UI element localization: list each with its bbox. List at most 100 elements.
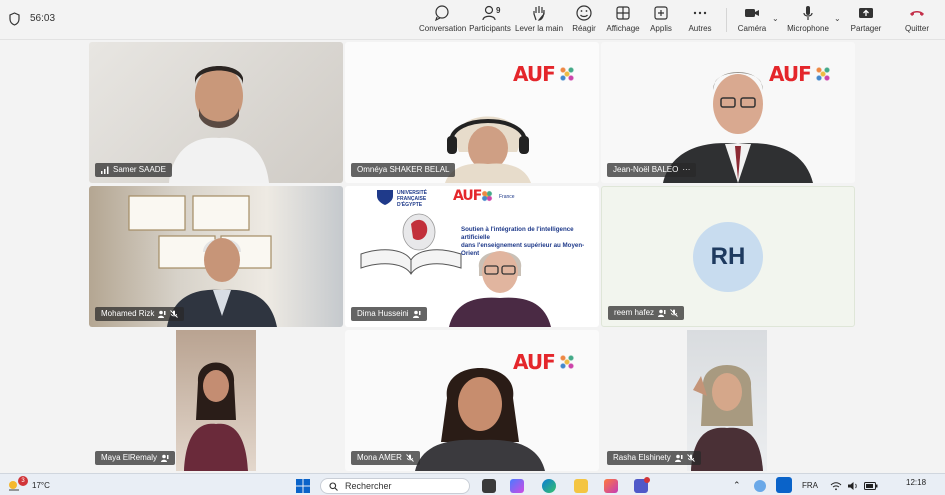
battery-icon[interactable]: [864, 481, 878, 491]
participant-name: reem hafez: [614, 308, 655, 317]
tray-chevron-up-icon[interactable]: ⌃: [733, 480, 741, 491]
auf-logo-text: AUF: [513, 62, 556, 86]
grid-icon: [616, 6, 630, 20]
camera-button[interactable]: Caméra: [735, 4, 769, 36]
leave-button[interactable]: Quitter: [900, 4, 934, 36]
participant-name-chip: Omnéya SHAKER BELAL: [351, 163, 456, 177]
participant-video-image: [169, 66, 269, 183]
more-label: Autres: [688, 24, 712, 33]
participant-name: Mohamed Rizk: [101, 309, 155, 318]
microphone-muted-icon: [170, 310, 179, 318]
video-tile-maya[interactable]: Maya ElRemaly: [89, 330, 343, 471]
participant-name-chip: Maya ElRemaly: [95, 451, 176, 465]
auf-logo-icon: [557, 64, 577, 84]
microphone-muted-icon: [670, 309, 678, 317]
toolbar-divider: [726, 8, 727, 32]
more-button[interactable]: Autres: [684, 4, 716, 36]
participant-name: Maya ElRemaly: [101, 453, 158, 462]
participant-name: Dima Husseini: [357, 309, 409, 318]
microphone-chevron-down-icon[interactable]: ⌄: [834, 14, 841, 23]
edge-browser-icon[interactable]: [542, 479, 556, 493]
slide-auf-logo: AUF: [453, 188, 482, 204]
tray-cloud-icon[interactable]: [754, 480, 766, 492]
video-tile-samer[interactable]: Samer SAADE: [89, 42, 343, 183]
slide-country-label: France: [499, 194, 515, 200]
slide-auf-logo-icon: [481, 190, 493, 202]
video-tile-jean-noel[interactable]: AUF Jean-Noël BALEO ···: [601, 42, 855, 183]
participants-count: 9: [496, 6, 501, 15]
participant-name-chip: Mona AMER: [351, 451, 420, 465]
copilot-icon[interactable]: [510, 479, 524, 493]
volume-icon[interactable]: [847, 481, 859, 491]
conversation-button[interactable]: Conversation: [419, 4, 467, 36]
react-label: Réagir: [572, 24, 596, 33]
presenter-icon: [412, 310, 421, 318]
participant-name-chip: Jean-Noël BALEO ···: [607, 163, 697, 177]
video-tile-mona[interactable]: AUF Mona AMER: [345, 330, 599, 471]
participant-name: Samer SAADE: [113, 165, 166, 174]
file-explorer-icon[interactable]: [574, 479, 588, 493]
keyboard-language[interactable]: FRA: [802, 481, 818, 490]
participant-name-chip: Mohamed Rizk: [95, 307, 185, 321]
video-grid: Samer SAADE AUF Omnéya SHAKER BELAL AUF: [0, 40, 945, 473]
share-screen-icon: [859, 8, 873, 18]
participant-video-frame: [176, 330, 256, 471]
presenter-icon: [161, 454, 169, 462]
search-placeholder: Rechercher: [345, 481, 392, 491]
meeting-toolbar: 56:03 Conversation Participants 9 Lever …: [0, 0, 945, 40]
task-view-icon[interactable]: [482, 479, 496, 493]
tray-bluetooth-icon[interactable]: [776, 477, 792, 493]
participant-name-chip: Samer SAADE: [95, 163, 172, 177]
weather-notification-badge: 3: [18, 476, 28, 486]
share-button[interactable]: Partager: [849, 4, 883, 36]
presenter-icon: [658, 309, 666, 317]
more-options-icon[interactable]: ···: [682, 163, 690, 177]
presenter-icon: [158, 310, 166, 318]
wifi-icon[interactable]: [830, 481, 842, 491]
participants-button[interactable]: Participants: [469, 4, 511, 36]
microphone-muted-icon: [686, 454, 695, 462]
plus-icon: [654, 6, 668, 20]
video-tile-dima-presentation[interactable]: UNIVERSITÉ FRANÇAISE D'ÉGYPTE AUF France…: [345, 186, 599, 327]
search-icon: [329, 482, 338, 491]
raise-hand-button[interactable]: Lever la main: [515, 4, 563, 36]
participant-name-chip: Dima Husseini: [351, 307, 427, 321]
microphone-button[interactable]: Microphone: [785, 4, 831, 36]
conversation-label: Conversation: [419, 24, 467, 33]
apps-button[interactable]: Applis: [646, 4, 676, 36]
camera-chevron-down-icon[interactable]: ⌄: [772, 14, 779, 23]
microphone-label: Microphone: [787, 24, 829, 33]
apps-label: Applis: [650, 24, 672, 33]
firefox-icon[interactable]: [604, 479, 618, 493]
more-icon: [693, 11, 707, 15]
auf-logo-icon: [557, 352, 577, 372]
video-tile-omneya[interactable]: AUF Omnéya SHAKER BELAL: [345, 42, 599, 183]
camera-label: Caméra: [737, 24, 767, 33]
view-button[interactable]: Affichage: [604, 4, 642, 36]
participant-video-image: [415, 368, 545, 471]
presenter-icon: [674, 454, 683, 462]
taskbar-search-box[interactable]: Rechercher: [320, 478, 470, 494]
chat-icon: [434, 5, 449, 22]
video-tile-rasha[interactable]: Rasha Elshinety: [601, 330, 855, 471]
participant-name-chip: Rasha Elshinety: [607, 451, 701, 465]
auf-logo-icon: [813, 64, 833, 84]
participant-name: Omnéya SHAKER BELAL: [357, 165, 450, 174]
participants-label: Participants: [469, 24, 511, 33]
video-tile-mohamed[interactable]: Mohamed Rizk: [89, 186, 343, 327]
clock-time[interactable]: 12:18: [906, 478, 926, 487]
shield-icon: [9, 12, 20, 26]
hang-up-icon: [910, 11, 924, 16]
windows-start-icon[interactable]: [296, 479, 310, 493]
participant-name-chip: reem hafez: [608, 306, 685, 320]
smile-icon: [576, 5, 592, 21]
leave-label: Quitter: [904, 24, 929, 33]
weather-temperature[interactable]: 17°C: [32, 481, 50, 490]
video-tile-reem[interactable]: RH reem hafez: [601, 186, 855, 327]
microphone-icon: [803, 6, 813, 20]
react-button[interactable]: Réagir: [568, 4, 600, 36]
microphone-muted-icon: [406, 454, 414, 462]
participant-video-image: [691, 365, 763, 471]
participant-name: Mona AMER: [357, 453, 402, 462]
participant-name: Jean-Noël BALEO: [613, 165, 679, 174]
